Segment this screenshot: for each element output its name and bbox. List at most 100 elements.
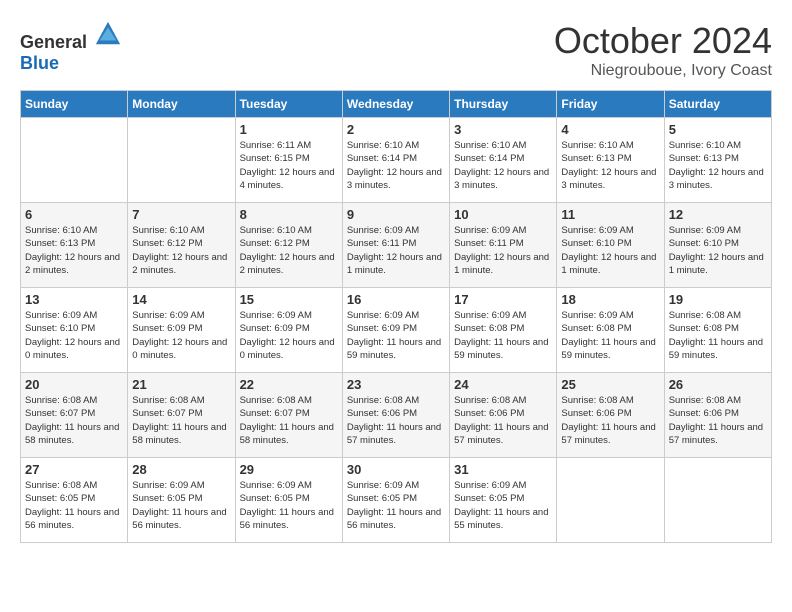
logo-icon [94,20,122,48]
calendar-cell: 26Sunrise: 6:08 AM Sunset: 6:06 PM Dayli… [664,373,771,458]
day-info: Sunrise: 6:08 AM Sunset: 6:06 PM Dayligh… [561,394,659,447]
calendar-table: SundayMondayTuesdayWednesdayThursdayFrid… [20,90,772,543]
calendar-cell: 24 Sunrise: 6:08 AM Sunset: 6:06 PM Dayli… [450,373,557,458]
day-number: 13 [25,292,123,307]
calendar-cell: 8 Sunrise: 6:10 AM Sunset: 6:12 PM Daylig… [235,203,342,288]
day-info: Sunrise: 6:08 AM Sunset: 6:06 PM Dayligh… [454,394,552,447]
day-number: 14 [132,292,230,307]
day-number: 27 [25,462,123,477]
calendar-cell [128,118,235,203]
calendar-cell: 25Sunrise: 6:08 AM Sunset: 6:06 PM Dayli… [557,373,664,458]
day-info: Sunrise: 6:10 AM Sunset: 6:13 PM Dayligh… [25,224,123,277]
day-info: Sunrise: 6:08 AM Sunset: 6:06 PM Dayligh… [669,394,767,447]
calendar-cell: 20 Sunrise: 6:08 AM Sunset: 6:07 PM Dayli… [21,373,128,458]
header-cell-wednesday: Wednesday [342,91,449,118]
calendar-cell: 2Sunrise: 6:10 AM Sunset: 6:14 PM Daylig… [342,118,449,203]
calendar-cell: 7Sunrise: 6:10 AM Sunset: 6:12 PM Daylig… [128,203,235,288]
day-number: 16 [347,292,445,307]
day-info: Sunrise: 6:11 AM Sunset: 6:15 PM Dayligh… [240,139,338,192]
calendar-cell: 6 Sunrise: 6:10 AM Sunset: 6:13 PM Daylig… [21,203,128,288]
calendar-cell: 15 Sunrise: 6:09 AM Sunset: 6:09 PM Dayli… [235,288,342,373]
week-row-1: 1 Sunrise: 6:11 AM Sunset: 6:15 PM Daylig… [21,118,772,203]
calendar-cell: 12 Sunrise: 6:09 AM Sunset: 6:10 PM Dayli… [664,203,771,288]
day-info: Sunrise: 6:08 AM Sunset: 6:07 PM Dayligh… [132,394,230,447]
day-info: Sunrise: 6:09 AM Sunset: 6:05 PM Dayligh… [132,479,230,532]
day-info: Sunrise: 6:10 AM Sunset: 6:12 PM Dayligh… [240,224,338,277]
day-number: 3 [454,122,552,137]
day-info: Sunrise: 6:09 AM Sunset: 6:11 PM Dayligh… [454,224,552,277]
day-number: 29 [240,462,338,477]
day-number: 20 [25,377,123,392]
day-number: 9 [347,207,445,222]
calendar-cell: 5 Sunrise: 6:10 AM Sunset: 6:13 PM Daylig… [664,118,771,203]
day-number: 7 [132,207,230,222]
day-info: Sunrise: 6:08 AM Sunset: 6:08 PM Dayligh… [669,309,767,362]
calendar-header: SundayMondayTuesdayWednesdayThursdayFrid… [21,91,772,118]
calendar-cell: 22 Sunrise: 6:08 AM Sunset: 6:07 PM Dayli… [235,373,342,458]
day-number: 1 [240,122,338,137]
day-info: Sunrise: 6:09 AM Sunset: 6:05 PM Dayligh… [240,479,338,532]
calendar-cell: 13 Sunrise: 6:09 AM Sunset: 6:10 PM Dayli… [21,288,128,373]
calendar-cell [664,458,771,543]
calendar-cell: 21 Sunrise: 6:08 AM Sunset: 6:07 PM Dayli… [128,373,235,458]
day-number: 21 [132,377,230,392]
day-info: Sunrise: 6:09 AM Sunset: 6:09 PM Dayligh… [240,309,338,362]
month-title: October 2024 [554,20,772,62]
week-row-5: 27Sunrise: 6:08 AM Sunset: 6:05 PM Dayli… [21,458,772,543]
day-info: Sunrise: 6:09 AM Sunset: 6:09 PM Dayligh… [132,309,230,362]
day-number: 30 [347,462,445,477]
day-number: 17 [454,292,552,307]
day-info: Sunrise: 6:10 AM Sunset: 6:14 PM Dayligh… [454,139,552,192]
day-info: Sunrise: 6:08 AM Sunset: 6:07 PM Dayligh… [240,394,338,447]
day-number: 19 [669,292,767,307]
day-number: 28 [132,462,230,477]
calendar-body: 1 Sunrise: 6:11 AM Sunset: 6:15 PM Daylig… [21,118,772,543]
day-number: 4 [561,122,659,137]
calendar-cell: 29 Sunrise: 6:09 AM Sunset: 6:05 PM Dayli… [235,458,342,543]
logo-text: General Blue [20,20,122,74]
day-number: 11 [561,207,659,222]
day-number: 8 [240,207,338,222]
day-number: 22 [240,377,338,392]
header-cell-thursday: Thursday [450,91,557,118]
calendar-cell: 16Sunrise: 6:09 AM Sunset: 6:09 PM Dayli… [342,288,449,373]
calendar-cell: 14 Sunrise: 6:09 AM Sunset: 6:09 PM Dayli… [128,288,235,373]
calendar-cell: 9 Sunrise: 6:09 AM Sunset: 6:11 PM Daylig… [342,203,449,288]
day-info: Sunrise: 6:08 AM Sunset: 6:06 PM Dayligh… [347,394,445,447]
day-info: Sunrise: 6:08 AM Sunset: 6:07 PM Dayligh… [25,394,123,447]
day-info: Sunrise: 6:09 AM Sunset: 6:08 PM Dayligh… [561,309,659,362]
calendar-cell: 28 Sunrise: 6:09 AM Sunset: 6:05 PM Dayli… [128,458,235,543]
day-number: 24 [454,377,552,392]
week-row-3: 13 Sunrise: 6:09 AM Sunset: 6:10 PM Dayli… [21,288,772,373]
day-info: Sunrise: 6:09 AM Sunset: 6:05 PM Dayligh… [454,479,552,532]
calendar-cell: 17Sunrise: 6:09 AM Sunset: 6:08 PM Dayli… [450,288,557,373]
day-info: Sunrise: 6:09 AM Sunset: 6:10 PM Dayligh… [561,224,659,277]
location-title: Niegrouboue, Ivory Coast [554,62,772,80]
title-section: October 2024 Niegrouboue, Ivory Coast [554,20,772,80]
header-cell-saturday: Saturday [664,91,771,118]
day-info: Sunrise: 6:09 AM Sunset: 6:10 PM Dayligh… [25,309,123,362]
day-info: Sunrise: 6:09 AM Sunset: 6:10 PM Dayligh… [669,224,767,277]
day-number: 12 [669,207,767,222]
day-number: 23 [347,377,445,392]
week-row-4: 20 Sunrise: 6:08 AM Sunset: 6:07 PM Dayli… [21,373,772,458]
day-number: 15 [240,292,338,307]
calendar-cell: 18 Sunrise: 6:09 AM Sunset: 6:08 PM Dayli… [557,288,664,373]
day-info: Sunrise: 6:10 AM Sunset: 6:13 PM Dayligh… [669,139,767,192]
calendar-cell [557,458,664,543]
day-number: 6 [25,207,123,222]
calendar-cell [21,118,128,203]
header-cell-tuesday: Tuesday [235,91,342,118]
day-number: 5 [669,122,767,137]
header-cell-sunday: Sunday [21,91,128,118]
logo-general: General [20,32,87,52]
day-info: Sunrise: 6:09 AM Sunset: 6:11 PM Dayligh… [347,224,445,277]
day-number: 31 [454,462,552,477]
header-cell-monday: Monday [128,91,235,118]
calendar-cell: 3 Sunrise: 6:10 AM Sunset: 6:14 PM Daylig… [450,118,557,203]
calendar-cell: 10Sunrise: 6:09 AM Sunset: 6:11 PM Dayli… [450,203,557,288]
day-number: 18 [561,292,659,307]
logo-blue: Blue [20,53,59,73]
day-info: Sunrise: 6:10 AM Sunset: 6:14 PM Dayligh… [347,139,445,192]
day-info: Sunrise: 6:10 AM Sunset: 6:13 PM Dayligh… [561,139,659,192]
